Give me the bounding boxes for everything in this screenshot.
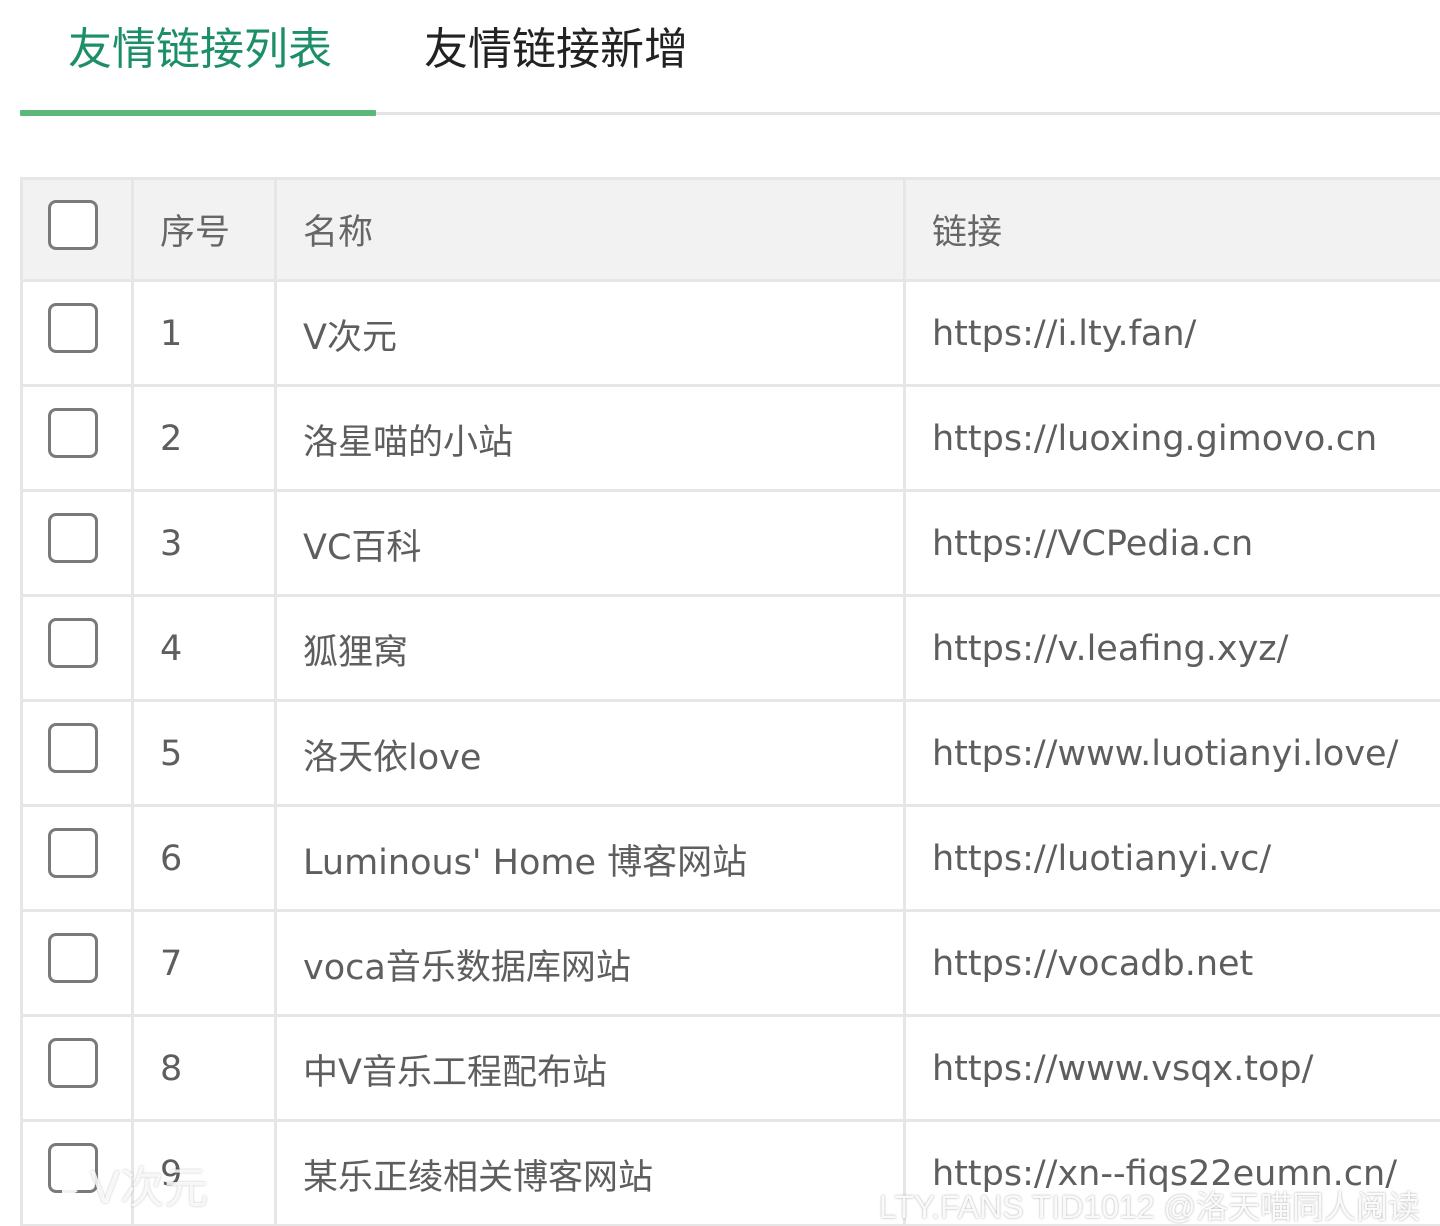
row-num: 1	[131, 279, 277, 387]
row-checkbox[interactable]	[48, 303, 98, 353]
row-link[interactable]: https://www.luotianyi.love/	[903, 699, 1440, 807]
row-link[interactable]: https://luotianyi.vc/	[903, 804, 1440, 912]
row-checkbox-cell	[20, 1014, 134, 1122]
row-checkbox[interactable]	[48, 408, 98, 458]
row-checkbox-cell	[20, 384, 134, 492]
row-checkbox-cell	[20, 699, 134, 807]
row-num: 2	[131, 384, 277, 492]
tab-bar: 友情链接列表 友情链接新增	[0, 0, 1440, 116]
row-name: 某乐正绫相关博客网站	[274, 1119, 906, 1226]
row-link[interactable]: https://luoxing.gimovo.cn	[903, 384, 1440, 492]
watermark-logo: V次元	[62, 1152, 208, 1216]
row-name: 中V音乐工程配布站	[274, 1014, 906, 1122]
play-icon	[62, 1181, 78, 1201]
table-row[interactable]: 3 VC百科 https://VCPedia.cn	[20, 489, 1440, 597]
row-checkbox-cell	[20, 909, 134, 1017]
row-checkbox[interactable]	[48, 933, 98, 983]
table-row[interactable]: 2 洛星喵的小站 https://luoxing.gimovo.cn	[20, 384, 1440, 492]
row-checkbox[interactable]	[48, 618, 98, 668]
row-name: V次元	[274, 279, 906, 387]
row-link[interactable]: https://www.vsqx.top/	[903, 1014, 1440, 1122]
row-link[interactable]: https://v.leafing.xyz/	[903, 594, 1440, 702]
row-name: Luminous' Home 博客网站	[274, 804, 906, 912]
row-name: 狐狸窝	[274, 594, 906, 702]
row-link[interactable]: https://i.lty.fan/	[903, 279, 1440, 387]
header-link: 链接	[903, 177, 1440, 282]
table-row[interactable]: 4 狐狸窝 https://v.leafing.xyz/	[20, 594, 1440, 702]
select-all-checkbox[interactable]	[48, 199, 98, 250]
row-num: 4	[131, 594, 277, 702]
row-link[interactable]: https://vocadb.net	[903, 909, 1440, 1017]
table-row[interactable]: 5 洛天依love https://www.luotianyi.love/	[20, 699, 1440, 807]
row-checkbox[interactable]	[48, 1038, 98, 1088]
row-name: 洛天依love	[274, 699, 906, 807]
watermark-text: LTY.FANS TID1012 @洛天喵同人阅读	[878, 1189, 1420, 1225]
tab-link-list[interactable]: 友情链接列表	[68, 22, 332, 112]
watermark-logo-text: V次元	[90, 1163, 209, 1214]
active-tab-indicator	[20, 110, 376, 116]
header-num: 序号	[131, 177, 277, 282]
table-header: 序号 名称 链接	[20, 177, 1440, 282]
row-name: VC百科	[274, 489, 906, 597]
row-name: voca音乐数据库网站	[274, 909, 906, 1017]
table-row[interactable]: 6 Luminous' Home 博客网站 https://luotianyi.…	[20, 804, 1440, 912]
tab-link-add[interactable]: 友情链接新增	[424, 22, 688, 112]
row-num: 7	[131, 909, 277, 1017]
row-checkbox-cell	[20, 594, 134, 702]
row-num: 8	[131, 1014, 277, 1122]
row-checkbox[interactable]	[48, 828, 98, 878]
page: 友情链接列表 友情链接新增 序号 名称 链接 1 V次元 https://i.l…	[0, 0, 1440, 1226]
link-table-container: 序号 名称 链接 1 V次元 https://i.lty.fan/ 2 洛星喵的…	[20, 177, 1440, 1226]
row-checkbox[interactable]	[48, 723, 98, 773]
row-checkbox[interactable]	[48, 513, 98, 563]
table-row[interactable]: 7 voca音乐数据库网站 https://vocadb.net	[20, 909, 1440, 1017]
header-checkbox-cell	[20, 177, 134, 282]
row-link[interactable]: https://VCPedia.cn	[903, 489, 1440, 597]
link-table: 序号 名称 链接 1 V次元 https://i.lty.fan/ 2 洛星喵的…	[20, 177, 1440, 1226]
row-name: 洛星喵的小站	[274, 384, 906, 492]
row-checkbox-cell	[20, 489, 134, 597]
table-body: 1 V次元 https://i.lty.fan/ 2 洛星喵的小站 https:…	[20, 279, 1440, 1226]
row-num: 5	[131, 699, 277, 807]
table-row[interactable]: 1 V次元 https://i.lty.fan/	[20, 279, 1440, 387]
table-row[interactable]: 8 中V音乐工程配布站 https://www.vsqx.top/	[20, 1014, 1440, 1122]
header-name: 名称	[274, 177, 906, 282]
row-checkbox-cell	[20, 804, 134, 912]
row-num: 6	[131, 804, 277, 912]
header-row: 序号 名称 链接	[20, 177, 1440, 282]
row-checkbox-cell	[20, 279, 134, 387]
row-num: 3	[131, 489, 277, 597]
